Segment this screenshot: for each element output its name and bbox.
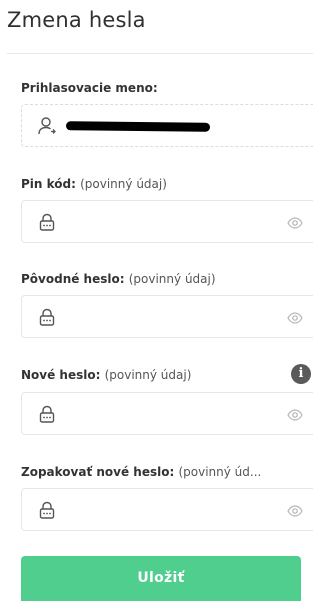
new-password-input[interactable] — [21, 392, 313, 435]
username-label: Prihlasovacie meno: — [21, 81, 158, 95]
show-password-eye-icon[interactable] — [287, 310, 303, 324]
info-icon[interactable]: i — [291, 364, 311, 384]
lock-icon — [37, 212, 57, 232]
pin-label: Pin kód: (povinný údaj) — [21, 177, 167, 191]
show-password-eye-icon[interactable] — [287, 215, 303, 229]
save-button[interactable]: Uložiť — [21, 556, 301, 601]
page-title: Zmena hesla — [7, 8, 146, 32]
lock-icon — [37, 404, 57, 424]
show-password-eye-icon[interactable] — [287, 503, 303, 517]
old-password-label: Pôvodné heslo: (povinný údaj) — [21, 272, 216, 286]
username-field — [21, 104, 313, 147]
lock-icon — [37, 500, 57, 520]
lock-icon — [37, 307, 57, 327]
username-value-masked — [65, 121, 211, 132]
new-password-label: Nové heslo: (povinný údaj) — [21, 368, 192, 382]
repeat-password-input[interactable] — [21, 488, 313, 531]
title-divider — [7, 53, 313, 54]
change-password-page: Zmena hesla Prihlasovacie meno: Pin kód:… — [0, 0, 313, 601]
pin-input[interactable] — [21, 200, 313, 243]
show-password-eye-icon[interactable] — [287, 407, 303, 421]
old-password-input[interactable] — [21, 295, 313, 338]
user-icon — [37, 116, 57, 136]
repeat-password-label: Zopakovať nové heslo: (povinný úd... — [21, 465, 262, 479]
